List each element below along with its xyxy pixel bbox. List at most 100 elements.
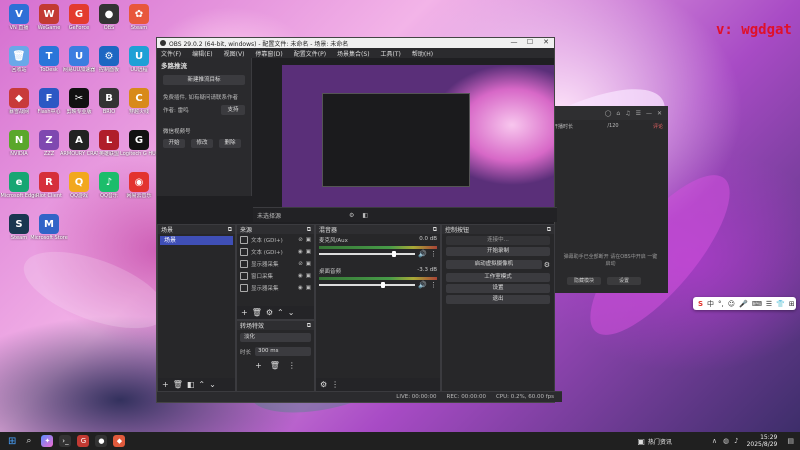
minimize-icon[interactable]: — — [506, 38, 522, 46]
start-button-icon[interactable]: ⊞ — [8, 436, 16, 447]
scene-filters-icon[interactable]: ◧ — [187, 380, 195, 389]
source-row[interactable]: 显示器采集 ◉ ▣ — [237, 282, 314, 294]
add-source-icon[interactable]: + — [241, 308, 248, 317]
start-stream-target-button[interactable]: 开始 — [163, 139, 185, 148]
mic-volume-slider[interactable] — [319, 251, 416, 257]
menu-file[interactable]: 文件(F) — [161, 49, 181, 58]
lock-icon[interactable]: ▣ — [306, 273, 311, 279]
mixer-undock-icon[interactable]: ⧉ — [433, 226, 437, 234]
ime-keyboard-icon[interactable]: ⌨ — [752, 300, 762, 308]
source-row[interactable]: 显示器采集 ⊘ ▣ — [237, 258, 314, 270]
transition-select[interactable]: 淡化 — [240, 333, 311, 342]
add-scene-icon[interactable]: + — [162, 380, 169, 389]
bgapp-comments[interactable]: 评论 — [653, 123, 663, 130]
news-label[interactable]: 热门资讯 — [648, 437, 672, 446]
source-down-icon[interactable]: ⌄ — [288, 308, 295, 317]
menu-scene-collection[interactable]: 场景集合(S) — [337, 49, 370, 58]
menu-view[interactable]: 视图(V) — [224, 49, 245, 58]
duration-input[interactable]: 300 ms — [255, 347, 311, 356]
mic-speaker-icon[interactable]: 🔊 — [418, 250, 427, 258]
desktop-icon[interactable]: M Microsoft Store — [30, 214, 68, 241]
source-filters-icon[interactable]: ◧ — [362, 212, 368, 219]
preview-canvas[interactable] — [282, 65, 554, 219]
ime-punct-icon[interactable]: °, — [718, 300, 724, 308]
transition-menu-icon[interactable]: ⋮ — [288, 361, 296, 370]
desktop-volume-knob[interactable] — [380, 282, 385, 288]
visibility-icon[interactable]: ◉ — [298, 249, 303, 255]
desktop-icon[interactable]: ✿ Steam — [120, 4, 158, 31]
ime-logo-icon[interactable]: S — [698, 300, 703, 308]
menu-help[interactable]: 帮助(H) — [412, 49, 433, 58]
add-transition-icon[interactable]: + — [255, 361, 262, 370]
ime-skin-icon[interactable]: 👕 — [776, 300, 785, 308]
sources-undock-icon[interactable]: ⧉ — [307, 226, 311, 234]
mixer-menu-icon[interactable]: ⋮ — [331, 380, 339, 389]
virtual-camera-button[interactable]: 启动虚拟摄像机 — [446, 260, 542, 269]
mixer-settings-icon[interactable]: ⚙ — [320, 380, 327, 389]
scene-item[interactable]: 场景 — [160, 236, 233, 245]
controls-undock-icon[interactable]: ⧉ — [547, 226, 551, 234]
ime-mic-icon[interactable]: 🎤 — [739, 300, 748, 308]
edit-target-button[interactable]: 修改 — [191, 139, 213, 148]
desktop-speaker-icon[interactable]: 🔊 — [418, 281, 427, 289]
source-row[interactable]: 文本 (GDI+) ◉ ▣ — [237, 246, 314, 258]
tray-chevron-icon[interactable]: ∧ — [712, 437, 717, 445]
desktop-icon[interactable]: U UU远程 — [120, 46, 158, 73]
source-row[interactable]: 文本 (GDI+) ⊘ ▣ — [237, 234, 314, 246]
stream-button[interactable]: 连接中... — [446, 236, 550, 245]
studio-mode-button[interactable]: 工作室模式 — [446, 273, 550, 282]
menu-tools[interactable]: 工具(T) — [381, 49, 401, 58]
network-icon[interactable]: ◍ — [723, 437, 729, 445]
bgapp-icon-2[interactable]: ⌂ — [616, 110, 620, 117]
desktop-icon[interactable]: C 穿越火线 — [120, 88, 158, 115]
clock[interactable]: 15:29 2025/8/29 — [747, 434, 778, 448]
bgapp-menu-icon[interactable]: ☰ — [636, 110, 641, 117]
terminal-icon[interactable]: ›_ — [59, 435, 72, 447]
bgapp-close-icon[interactable]: ✕ — [657, 110, 662, 117]
desktop-volume-slider[interactable] — [319, 282, 416, 288]
background-app-window[interactable]: ◯ ⌂ ♫ ☰ — ✕ 开播时长 /120 评论 弹幕助手已全部断开 请在OBS… — [548, 106, 668, 293]
bgapp-hide-button[interactable]: 隐藏模块 — [567, 277, 601, 285]
desktop-icon[interactable]: G Logitech G HUB — [120, 130, 158, 157]
news-icon[interactable]: ▣ — [637, 437, 645, 446]
ime-grid-icon[interactable]: ⊞ — [789, 300, 795, 308]
close-icon[interactable]: ✕ — [538, 38, 554, 46]
obs-window[interactable]: OBS 29.0.2 (64-bit, windows) - 配置文件: 未命名… — [156, 37, 562, 403]
lock-icon[interactable]: ▣ — [306, 237, 311, 243]
source-settings-icon[interactable]: ⚙ — [266, 308, 273, 317]
lock-icon[interactable]: ▣ — [306, 261, 311, 267]
maximize-icon[interactable]: ☐ — [522, 38, 538, 46]
source-up-icon[interactable]: ⌃ — [277, 308, 284, 317]
menu-profile[interactable]: 配置文件(P) — [294, 49, 326, 58]
ime-toolbar[interactable]: S 中 °, ☺ 🎤 ⌨ ☰ 👕 ⊞ — [693, 297, 796, 310]
ime-emoji-icon[interactable]: ☺ — [728, 300, 735, 308]
mic-menu-icon[interactable]: ⋮ — [430, 250, 437, 258]
scene-up-icon[interactable]: ⌃ — [198, 380, 205, 389]
record-button[interactable]: 开始录制 — [446, 247, 550, 256]
mic-volume-knob[interactable] — [392, 251, 397, 257]
lock-icon[interactable]: ▣ — [306, 285, 311, 291]
app-taskbar-icon[interactable]: ◆ — [113, 435, 126, 447]
remove-source-icon[interactable]: 🗑 — [252, 308, 262, 317]
delete-target-button[interactable]: 删除 — [219, 139, 241, 148]
support-button[interactable]: 支持 — [221, 105, 245, 115]
scenes-undock-icon[interactable]: ⧉ — [228, 226, 232, 234]
geforce-taskbar-icon[interactable]: G — [77, 435, 90, 447]
transitions-undock-icon[interactable]: ⧉ — [307, 322, 311, 330]
visibility-icon[interactable]: ◉ — [298, 285, 303, 291]
source-row[interactable]: 窗口采集 ◉ ▣ — [237, 270, 314, 282]
desktop-menu-icon[interactable]: ⋮ — [430, 281, 437, 289]
settings-button[interactable]: 设置 — [446, 284, 550, 293]
bgapp-minimize-icon[interactable]: — — [646, 110, 652, 117]
menu-docks[interactable]: 停靠窗(D) — [255, 49, 282, 58]
scene-down-icon[interactable]: ⌄ — [209, 380, 216, 389]
ime-mode-icon[interactable]: 中 — [707, 299, 714, 309]
obs-taskbar-icon[interactable]: ● — [95, 435, 108, 447]
remove-scene-icon[interactable]: 🗑 — [173, 380, 183, 389]
exit-button[interactable]: 退出 — [446, 295, 550, 304]
visibility-icon[interactable]: ◉ — [298, 273, 303, 279]
bgapp-icon-3[interactable]: ♫ — [625, 110, 630, 117]
search-icon[interactable]: ⌕ — [26, 436, 31, 446]
bgapp-settings-button[interactable]: 设置 — [607, 277, 641, 285]
new-target-button[interactable]: 新建推流目标 — [163, 75, 245, 85]
